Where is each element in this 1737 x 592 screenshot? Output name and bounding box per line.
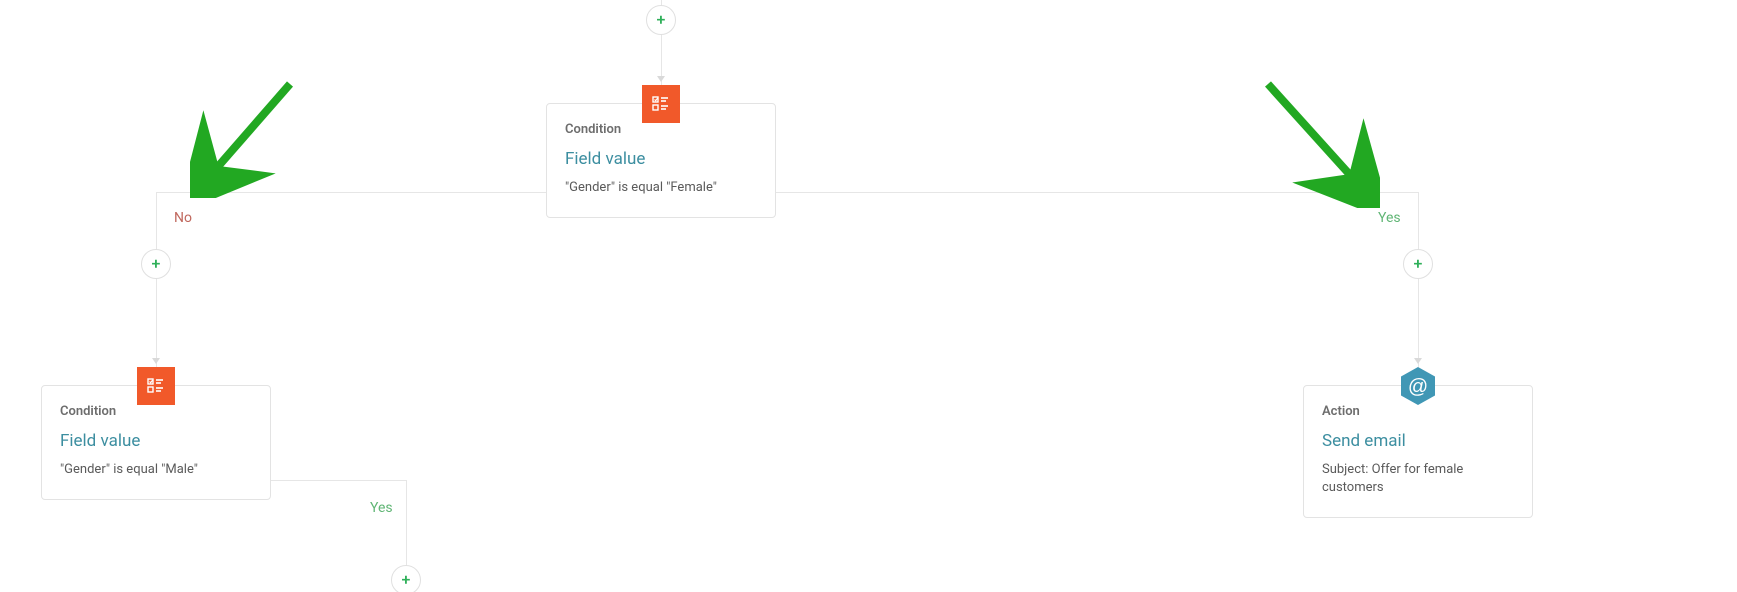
connector-line (776, 192, 1418, 193)
annotation-arrow-icon (1260, 78, 1380, 208)
connector-line (156, 192, 157, 367)
at-sign-icon: @ (1398, 366, 1438, 406)
arrowhead-icon (657, 76, 665, 82)
node-type-label: Condition (565, 122, 757, 137)
annotation-arrow-icon (190, 78, 300, 198)
arrowhead-icon (1414, 358, 1422, 364)
connector-line (271, 480, 406, 481)
node-action-send-email[interactable]: @ Action Send email Subject: Offer for f… (1303, 385, 1533, 518)
node-description: Subject: Offer for female customers (1322, 461, 1514, 497)
node-description: "Gender" is equal "Male" (60, 461, 252, 479)
add-node-button[interactable]: + (646, 5, 676, 35)
arrowhead-icon (152, 358, 160, 364)
node-type-label: Condition (60, 404, 252, 419)
checklist-icon (642, 85, 680, 123)
node-condition-male[interactable]: Condition Field value "Gender" is equal … (41, 385, 271, 500)
workflow-canvas[interactable]: + Condition Field value "Gender" is equa… (0, 0, 1737, 592)
connector-line (1418, 192, 1419, 367)
node-condition-female[interactable]: Condition Field value "Gender" is equal … (546, 103, 776, 218)
add-node-button[interactable]: + (391, 565, 421, 592)
node-title: Send email (1322, 431, 1514, 451)
node-title: Field value (60, 431, 252, 451)
svg-text:@: @ (1408, 376, 1428, 398)
branch-label-no: No (174, 210, 192, 226)
add-node-button[interactable]: + (1403, 249, 1433, 279)
node-type-label: Action (1322, 404, 1514, 419)
branch-label-yes: Yes (1378, 210, 1401, 226)
node-title: Field value (565, 149, 757, 169)
connector-line (156, 192, 546, 193)
branch-label-yes: Yes (370, 500, 393, 516)
node-description: "Gender" is equal "Female" (565, 179, 757, 197)
add-node-button[interactable]: + (141, 249, 171, 279)
checklist-icon (137, 367, 175, 405)
